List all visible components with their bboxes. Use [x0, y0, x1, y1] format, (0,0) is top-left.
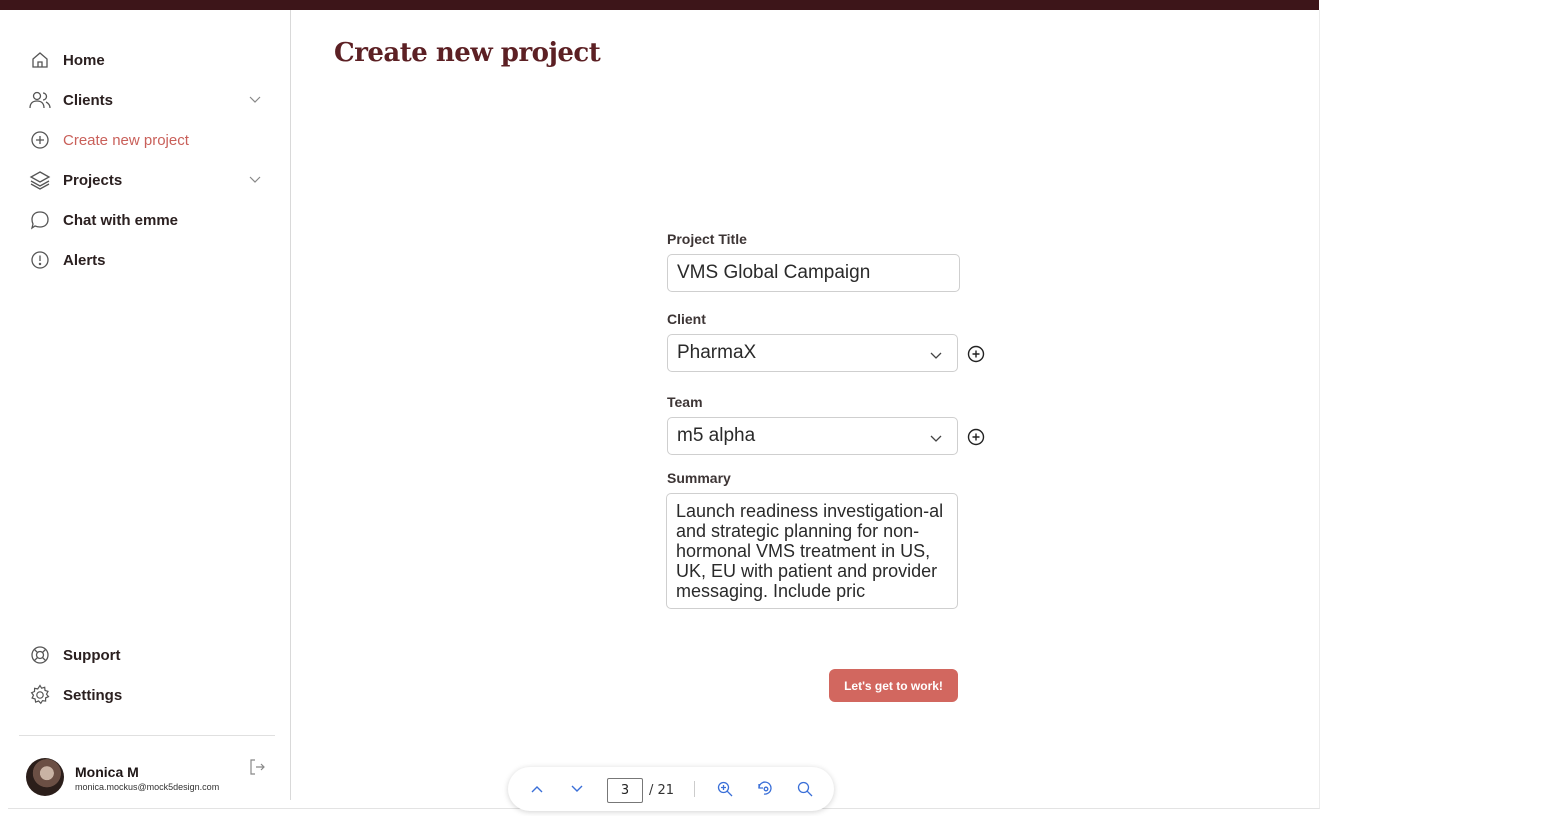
client-label: Client	[667, 311, 706, 327]
users-icon	[29, 89, 51, 111]
team-value: m5 alpha	[677, 425, 756, 446]
logout-icon[interactable]	[248, 758, 266, 776]
sidebar-item-chat[interactable]: Chat with emme	[29, 206, 178, 234]
sidebar-item-clients[interactable]: Clients	[29, 86, 113, 114]
toolbar-divider	[694, 781, 695, 797]
project-title-input[interactable]: VMS Global Campaign	[667, 254, 960, 292]
avatar[interactable]	[26, 758, 64, 796]
sidebar-item-projects[interactable]: Projects	[29, 166, 122, 194]
home-icon	[29, 49, 51, 71]
sidebar-item-label: Create new project	[63, 131, 189, 149]
sidebar-item-alerts[interactable]: Alerts	[29, 246, 106, 274]
sidebar-item-label: Alerts	[63, 251, 106, 269]
sidebar-item-label: Home	[63, 51, 105, 69]
user-email: monica.mockus@mock5design.com	[75, 782, 220, 792]
zoom-in-icon[interactable]	[715, 779, 735, 799]
gear-icon	[29, 684, 51, 706]
sidebar-item-support[interactable]: Support	[29, 641, 121, 669]
team-label: Team	[667, 394, 703, 410]
chevron-down-icon	[929, 429, 943, 443]
sidebar-item-label: Support	[63, 646, 121, 664]
chevron-up-icon[interactable]	[527, 779, 547, 799]
sidebar-item-label: Settings	[63, 686, 123, 704]
sidebar-item-label: Chat with emme	[63, 211, 179, 229]
team-select[interactable]: m5 alpha	[667, 417, 958, 455]
client-value: PharmaX	[677, 342, 757, 363]
chat-icon	[29, 209, 51, 231]
page-total: / 21	[649, 783, 675, 798]
sidebar: Home Clients Create new project Projects…	[8, 10, 291, 800]
sidebar-item-home[interactable]: Home	[29, 46, 105, 74]
add-team-button[interactable]	[967, 428, 985, 446]
page-title: Create new project	[334, 38, 601, 68]
alert-icon	[29, 249, 51, 271]
lets-get-to-work-button[interactable]: Let's get to work!	[829, 669, 958, 702]
project-title-value: VMS Global Campaign	[677, 262, 871, 283]
sidebar-item-settings[interactable]: Settings	[29, 681, 122, 709]
chevron-down-icon[interactable]	[248, 93, 262, 107]
client-select[interactable]: PharmaX	[667, 334, 958, 372]
summary-label: Summary	[667, 470, 731, 486]
rotate-icon[interactable]	[755, 779, 775, 799]
sidebar-item-label: Projects	[63, 171, 123, 189]
chevron-down-icon[interactable]	[248, 173, 262, 187]
lifebuoy-icon	[29, 644, 51, 666]
page-navigation-toolbar: 3 / 21	[508, 767, 834, 811]
sidebar-item-create-new-project[interactable]: Create new project	[29, 126, 189, 154]
search-icon[interactable]	[795, 779, 815, 799]
add-client-button[interactable]	[967, 345, 985, 363]
page-number-input[interactable]: 3	[607, 778, 643, 803]
summary-textarea[interactable]: Launch readiness investigation-al and st…	[666, 493, 958, 609]
sidebar-item-label: Clients	[63, 91, 114, 109]
plus-circle-icon	[29, 129, 51, 151]
user-profile[interactable]: Monica M monica.mockus@mock5design.com	[26, 758, 276, 798]
layers-icon	[29, 169, 51, 191]
chevron-down-icon	[929, 346, 943, 360]
top-bar	[0, 0, 1319, 10]
sidebar-divider	[19, 735, 275, 736]
project-title-label: Project Title	[667, 231, 747, 247]
user-name: Monica M	[75, 764, 139, 780]
chevron-down-icon[interactable]	[567, 779, 587, 799]
